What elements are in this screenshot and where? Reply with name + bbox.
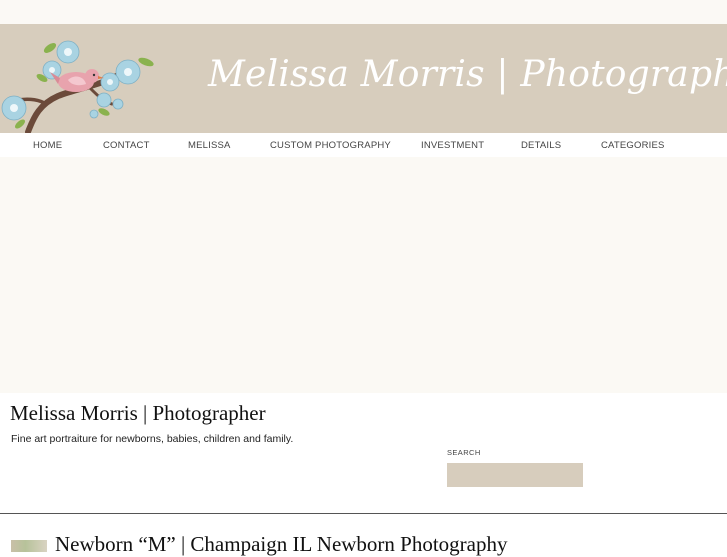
banner-title: Melissa Morris | Photographer (208, 54, 727, 95)
search-label: SEARCH (447, 448, 481, 457)
post-thumbnail[interactable] (11, 540, 47, 552)
content-divider (0, 513, 727, 514)
nav-item-investment[interactable]: INVESTMENT (421, 140, 484, 151)
nav-item-home[interactable]: HOME (33, 140, 62, 151)
site-title[interactable]: Melissa Morris | Photographer (10, 401, 266, 426)
site-tagline: Fine art portraiture for newborns, babie… (11, 433, 294, 445)
nav-item-melissa[interactable]: MELISSA (188, 140, 231, 151)
header-banner[interactable]: Melissa Morris | Photographer (0, 24, 727, 133)
bird-branch-logo (1, 40, 154, 133)
hero-area (0, 157, 727, 393)
nav-item-custom-photography[interactable]: CUSTOM PHOTOGRAPHY (270, 140, 391, 151)
nav-item-contact[interactable]: CONTACT (103, 140, 150, 151)
main-navigation: HOME CONTACT MELISSA CUSTOM PHOTOGRAPHY … (0, 133, 727, 157)
top-band (0, 0, 727, 24)
search-input[interactable] (447, 463, 583, 487)
nav-item-details[interactable]: DETAILS (521, 140, 561, 151)
nav-item-categories[interactable]: CATEGORIES (601, 140, 665, 151)
